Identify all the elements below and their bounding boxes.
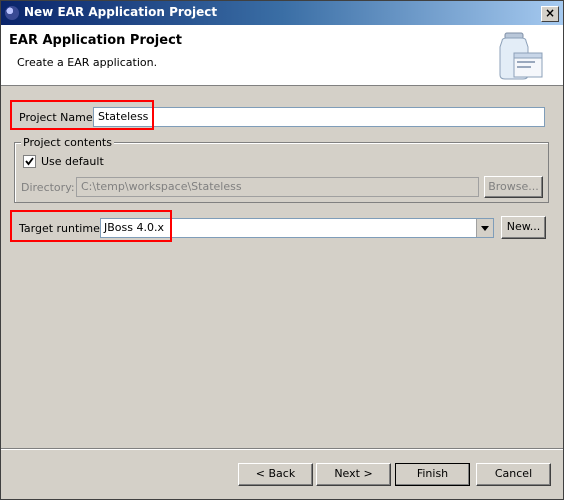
wizard-header: EAR Application Project Create a EAR app…	[1, 25, 563, 86]
back-button[interactable]: < Back	[238, 463, 313, 486]
dropdown-arrow-icon[interactable]	[476, 219, 493, 237]
cancel-button[interactable]: Cancel	[476, 463, 551, 486]
page-title: EAR Application Project	[9, 33, 182, 48]
use-default-checkbox[interactable]	[23, 155, 36, 168]
wizard-window: New EAR Application Project × EAR Applic…	[0, 0, 564, 500]
project-contents-legend: Project contents	[21, 136, 114, 149]
use-default-label[interactable]: Use default	[41, 155, 104, 168]
project-name-input[interactable]: Stateless	[93, 107, 545, 127]
target-runtime-highlight	[10, 210, 172, 242]
checkmark-icon	[25, 157, 34, 166]
next-button[interactable]: Next >	[316, 463, 391, 486]
close-button[interactable]: ×	[541, 6, 559, 22]
project-name-highlight	[10, 100, 154, 130]
directory-label: Directory:	[21, 181, 75, 194]
page-description: Create a EAR application.	[17, 56, 158, 69]
button-bar-separator	[1, 448, 563, 450]
directory-input[interactable]: C:\temp\workspace\Stateless	[76, 177, 479, 197]
jar-wizard-icon	[499, 32, 543, 80]
finish-button[interactable]: Finish	[395, 463, 470, 486]
window-title: New EAR Application Project	[24, 5, 218, 19]
new-runtime-button[interactable]: New...	[501, 216, 546, 239]
eclipse-icon	[5, 6, 19, 20]
browse-button[interactable]: Browse...	[484, 176, 543, 198]
title-bar: New EAR Application Project ×	[1, 1, 563, 25]
